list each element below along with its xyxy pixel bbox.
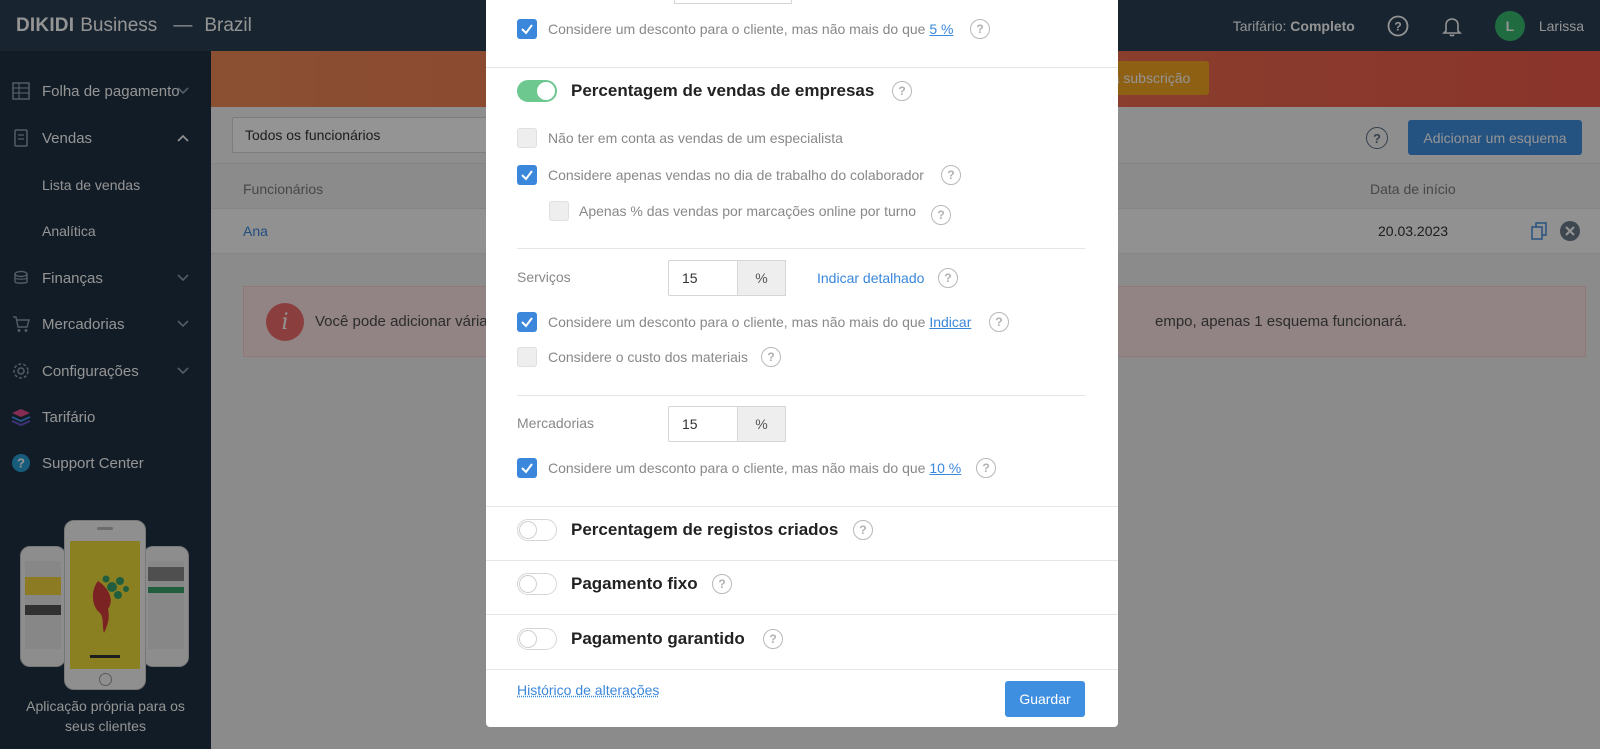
online-only-checkbox[interactable] xyxy=(549,201,569,221)
guaranteed-payment-toggle[interactable] xyxy=(517,628,557,650)
help-icon[interactable]: ? xyxy=(976,458,996,478)
top-discount-label: Considere um desconto para o cliente, ma… xyxy=(548,21,953,37)
help-icon[interactable]: ? xyxy=(941,165,961,185)
records-percentage-toggle[interactable] xyxy=(517,519,557,541)
help-icon[interactable]: ? xyxy=(970,19,990,39)
fixed-payment-toggle[interactable] xyxy=(517,573,557,595)
goods-discount-text: Considere um desconto para o cliente, ma… xyxy=(548,460,930,476)
help-icon[interactable]: ? xyxy=(763,629,783,649)
sales-percentage-toggle[interactable] xyxy=(517,80,557,102)
services-percent-input[interactable]: 15 xyxy=(668,260,738,296)
divider xyxy=(486,560,1118,561)
goods-discount-link[interactable]: 10 % xyxy=(929,460,961,476)
guaranteed-section-title: Pagamento garantido xyxy=(571,629,745,648)
services-percent-unit: % xyxy=(738,260,786,296)
help-icon[interactable]: ? xyxy=(853,520,873,540)
help-icon[interactable]: ? xyxy=(938,268,958,288)
top-discount-text: Considere um desconto para o cliente, ma… xyxy=(548,21,930,37)
materials-cost-label: Considere o custo dos materiais xyxy=(548,349,748,365)
ignore-specialist-checkbox[interactable] xyxy=(517,128,537,148)
fixed-section-title: Pagamento fixo xyxy=(571,574,698,593)
online-only-label: Apenas % das vendas por marcações online… xyxy=(579,203,916,219)
help-icon[interactable]: ? xyxy=(892,81,912,101)
top-discount-checkbox[interactable] xyxy=(517,19,537,39)
divider xyxy=(517,395,1085,396)
history-link[interactable]: Histórico de alterações xyxy=(517,682,659,698)
ignore-specialist-label: Não ter em conta as vendas de um especia… xyxy=(548,130,843,146)
records-section-title: Percentagem de registos criados xyxy=(571,520,839,539)
top-discount-link[interactable]: 5 % xyxy=(929,21,953,37)
services-discount-link[interactable]: Indicar xyxy=(929,314,971,330)
working-day-checkbox[interactable] xyxy=(517,165,537,185)
working-day-label: Considere apenas vendas no dia de trabal… xyxy=(548,167,924,183)
payroll-scheme-modal: Considere um desconto para o cliente, ma… xyxy=(486,0,1118,727)
materials-cost-checkbox[interactable] xyxy=(517,347,537,367)
divider xyxy=(486,614,1118,615)
goods-discount-label: Considere um desconto para o cliente, ma… xyxy=(548,460,961,476)
save-button[interactable]: Guardar xyxy=(1005,681,1085,717)
help-icon[interactable]: ? xyxy=(989,312,1009,332)
divider xyxy=(486,669,1118,670)
services-label: Serviços xyxy=(517,269,571,285)
scrolled-input-fragment xyxy=(674,0,792,4)
help-icon[interactable]: ? xyxy=(761,347,781,367)
divider xyxy=(486,506,1118,507)
goods-discount-checkbox[interactable] xyxy=(517,458,537,478)
sales-section-title: Percentagem de vendas de empresas xyxy=(571,81,875,100)
services-discount-label: Considere um desconto para o cliente, ma… xyxy=(548,314,971,330)
help-icon[interactable]: ? xyxy=(712,574,732,594)
goods-percent-unit: % xyxy=(738,406,786,442)
divider xyxy=(517,248,1085,249)
services-discount-text: Considere um desconto para o cliente, ma… xyxy=(548,314,930,330)
divider xyxy=(486,67,1118,68)
services-discount-checkbox[interactable] xyxy=(517,312,537,332)
services-detail-link[interactable]: Indicar detalhado xyxy=(817,270,924,286)
goods-percent-input[interactable]: 15 xyxy=(668,406,738,442)
help-icon[interactable]: ? xyxy=(931,205,951,225)
goods-label: Mercadorias xyxy=(517,415,595,431)
